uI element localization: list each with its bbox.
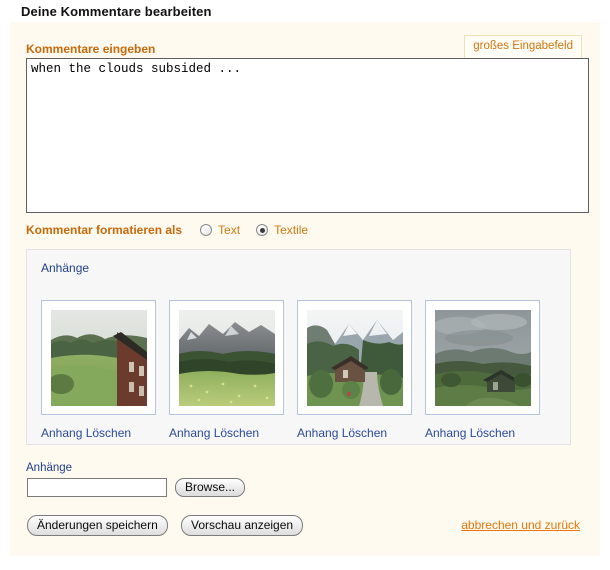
radio-option-textile[interactable]: Textile [256,223,308,237]
radio-label-textile: Textile [274,223,309,237]
attachment-thumbnail-row: Anhang Löschen Anhang Löschen Anhang Lös… [41,300,553,440]
page-title: Deine Kommentare bearbeiten [21,4,212,19]
attachment-item: Anhang Löschen [297,300,425,440]
radio-circle-icon[interactable] [200,224,213,236]
delete-attachment-link-2[interactable]: Anhang Löschen [169,426,297,440]
delete-attachment-link-1[interactable]: Anhang Löschen [41,426,169,440]
overcast-valley-with-farmhouse-image [434,309,531,406]
attachments-panel: Anhänge Anhang Löschen Anhang Löschen An… [26,249,571,445]
meadow-with-wooden-house-image [50,309,147,406]
attachment-thumbnail-1[interactable] [41,300,156,415]
browse-button[interactable]: Browse... [175,478,246,497]
comment-format-row: Kommentar formatieren als Text Textile [26,221,324,239]
delete-attachment-link-4[interactable]: Anhang Löschen [425,426,553,440]
attachment-item: Anhang Löschen [41,300,169,440]
cancel-and-back-link[interactable]: abbrechen und zurück [461,518,580,532]
comment-format-label: Kommentar formatieren als [26,223,183,237]
save-changes-button[interactable]: Änderungen speichern [27,515,168,536]
comment-edit-panel: Kommentare eingeben großes Eingabefeld K… [10,22,600,556]
attachments-panel-title: Anhänge [41,261,90,275]
attachment-thumbnail-4[interactable] [425,300,540,415]
mountain-ridge-over-green-field-image [178,309,275,406]
comment-textarea[interactable] [26,58,589,213]
show-preview-button[interactable]: Vorschau anzeigen [181,515,304,536]
attachment-thumbnail-2[interactable] [169,300,284,415]
delete-attachment-link-3[interactable]: Anhang Löschen [297,426,425,440]
file-upload-label: Anhänge [26,462,73,474]
attachment-item: Anhang Löschen [425,300,553,440]
comment-input-label: Kommentare eingeben [26,42,156,56]
radio-label-text: Text [218,223,241,237]
radio-circle-selected-icon[interactable] [256,224,269,236]
radio-option-text[interactable]: Text [200,223,240,237]
alpine-valley-path-with-chalet-image [306,309,403,406]
attachment-item: Anhang Löschen [169,300,297,440]
attachment-thumbnail-3[interactable] [297,300,412,415]
file-path-input[interactable] [27,478,167,497]
large-input-field-button[interactable]: großes Eingabefeld [464,35,582,60]
